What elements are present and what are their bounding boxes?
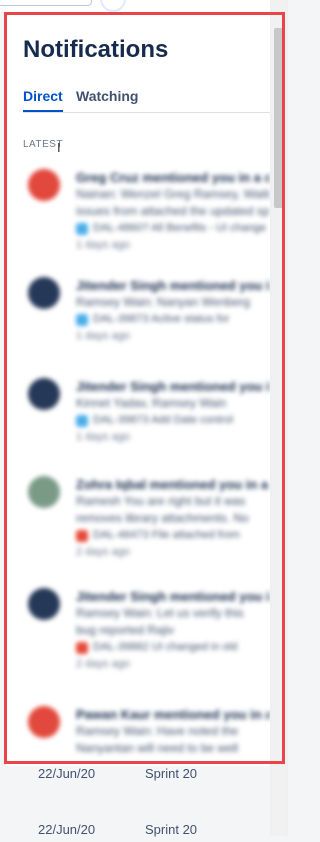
notification-headline: Pawan Kaur mentioned you in a comment [76, 707, 270, 722]
notification-item[interactable]: Greg Cruz mentioned you in a comment Nain… [6, 169, 270, 281]
notification-excerpt: Ramsey Wain: Have noted the [76, 724, 239, 738]
text-cursor-icon: I [57, 140, 61, 155]
avatar [28, 706, 60, 738]
issue-link[interactable]: DAL-4860? All Benefits - UI change [76, 220, 270, 237]
notification-excerpt: Ramesh You are right but it was [76, 494, 246, 508]
row-sprint: Sprint 20 [145, 766, 198, 781]
issue-type-icon [76, 313, 88, 326]
issue-link[interactable]: DAL-39873 Active status for [76, 311, 270, 328]
tab-watching[interactable]: Watching [76, 88, 138, 104]
issue-key: DAL-46473 File attached from [93, 529, 240, 541]
notification-excerpt: removes library attachments. No [76, 511, 249, 525]
notification-time: 2 days ago [76, 658, 130, 670]
issue-type-icon [76, 641, 88, 654]
notification-excerpt: Kinnet Yadav, Ramsey Wain [76, 396, 227, 410]
issue-key: DAL-39873 Active status for [93, 313, 230, 325]
notification-time: 1 days ago [76, 330, 130, 342]
issue-type-icon [76, 529, 88, 542]
notification-headline: Jitender Singh mentioned you in a commen… [76, 589, 270, 604]
tab-divider [23, 112, 270, 113]
row-date: 22/Jun/20 [38, 766, 96, 781]
issue-key: DAL-39882 UI changed in old [93, 641, 238, 653]
notification-headline: Jitender Singh mentioned you in a commen… [76, 379, 270, 394]
issue-link[interactable]: DAL-39873 Add Date control [76, 412, 270, 429]
notification-headline: Jitender Singh mentioned you in a commen… [76, 278, 270, 293]
issue-type-icon [76, 222, 88, 235]
notification-excerpt: bug reported Rajiv [76, 623, 175, 637]
notification-content: Jitender Singh mentioned you in a commen… [76, 378, 270, 446]
row-sprint: Sprint 20 [145, 822, 198, 837]
tab-direct[interactable]: Direct [23, 88, 63, 112]
scrollbar-thumb[interactable] [274, 28, 284, 208]
notifications-panel: Notifications Direct Watching LATEST I G… [6, 14, 270, 766]
notification-content: Jitender Singh mentioned you in a commen… [76, 588, 270, 673]
issue-link[interactable]: DAL-46473 File attached from [76, 527, 270, 544]
notification-excerpt: Nainan: Wenzel Greg Ramsey, Waiting [76, 187, 270, 201]
notification-content: Jitender Singh mentioned you in a commen… [76, 277, 270, 345]
notification-item[interactable]: Jitender Singh mentioned you in a commen… [6, 588, 270, 700]
background-table-row: 22/Jun/20 Sprint 20 [0, 766, 270, 786]
notification-excerpt: Ramsey Wain: Let us verify this [76, 606, 244, 620]
notification-time: 1 days ago [76, 239, 130, 251]
background-search-field [0, 0, 92, 6]
notification-content: Pawan Kaur mentioned you in a comment Ram… [76, 706, 270, 757]
issue-link[interactable]: DAL-39882 UI changed in old [76, 639, 270, 656]
avatar [28, 378, 60, 410]
background-table-row: 22/Jun/20 Sprint 20 [0, 822, 270, 842]
notification-excerpt: Nanyantan will need to be well [76, 741, 239, 755]
issue-key: DAL-4860? All Benefits - UI change [93, 222, 267, 234]
notification-headline: Zohra Iqbal mentioned you in a comment [76, 477, 270, 492]
issue-type-icon [76, 414, 88, 427]
panel-title: Notifications [23, 36, 169, 63]
avatar [28, 476, 60, 508]
avatar [28, 169, 60, 201]
notification-content: Zohra Iqbal mentioned you in a comment Ra… [76, 476, 270, 561]
notification-item[interactable]: Jitender Singh mentioned you in a commen… [6, 277, 270, 389]
notification-item[interactable]: Pawan Kaur mentioned you in a comment Ram… [6, 706, 270, 766]
notification-content: Greg Cruz mentioned you in a comment Nain… [76, 169, 270, 254]
issue-key: DAL-39873 Add Date control [93, 414, 234, 426]
notification-headline: Greg Cruz mentioned you in a comment [76, 170, 270, 185]
notification-excerpt: issues from attached the updated spec [76, 204, 270, 218]
avatar [28, 588, 60, 620]
avatar [28, 277, 60, 309]
notification-time: 1 days ago [76, 431, 130, 443]
notification-item[interactable]: Jitender Singh mentioned you in a commen… [6, 378, 270, 490]
notification-excerpt: Ramsey Wain: Nanyan Wenberg [76, 295, 251, 309]
notification-time: 2 days ago [76, 546, 130, 558]
notification-item[interactable]: Zohra Iqbal mentioned you in a comment Ra… [6, 476, 270, 588]
row-date: 22/Jun/20 [38, 822, 96, 837]
